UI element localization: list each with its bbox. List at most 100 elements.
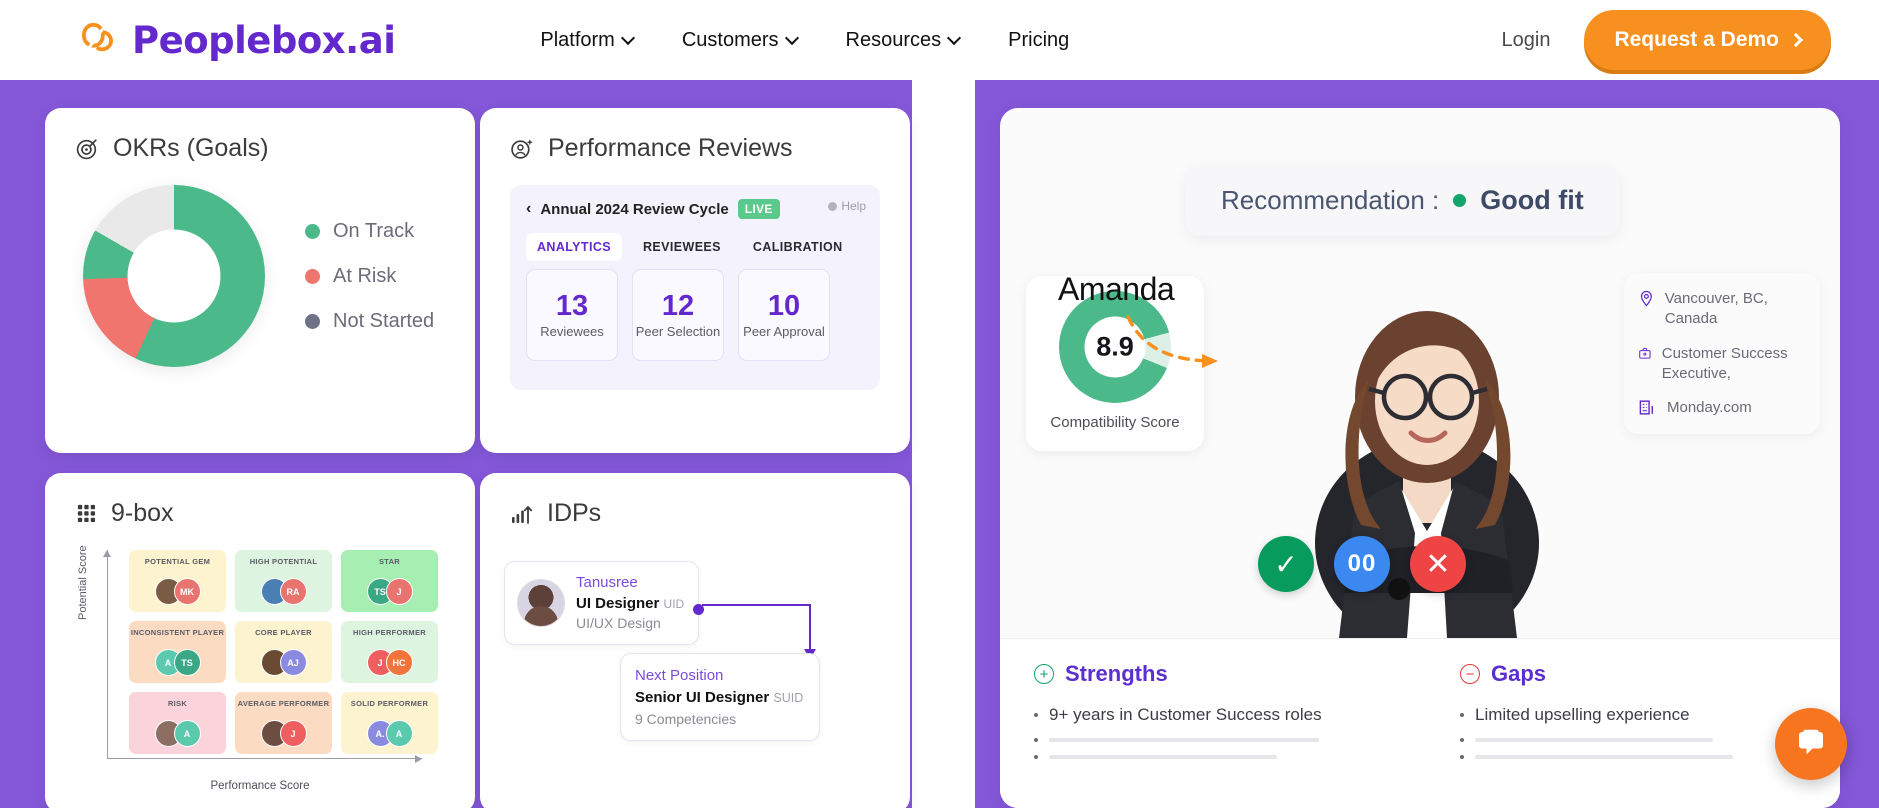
recommendation-banner: Recommendation : Good fit	[1185, 165, 1620, 236]
stat-peer-approval: 10 Peer Approval	[738, 269, 830, 361]
cell-avatars: J HC	[367, 649, 413, 676]
recommendation-value: Good fit	[1480, 185, 1583, 216]
stat-reviewees-label: Reviewees	[540, 325, 604, 340]
back-arrow-icon[interactable]: ‹	[526, 200, 531, 218]
gaps-title: Gaps	[1491, 661, 1546, 687]
chat-bubble-icon	[1793, 726, 1829, 762]
bullet-icon	[1034, 755, 1038, 759]
nav-item-pricing[interactable]: Pricing	[1008, 29, 1069, 52]
avatar: TS	[174, 649, 201, 676]
nav-item-customers[interactable]: Customers	[682, 29, 798, 52]
strength-item: 9+ years in Customer Success roles	[1034, 705, 1380, 725]
idp-employee-name: Tanusree	[576, 572, 684, 593]
login-link[interactable]: Login	[1502, 29, 1551, 52]
pause-candidate-button[interactable]: 00	[1334, 536, 1390, 592]
nine-box-cell-high-potential[interactable]: HIGH POTENTIAL RA	[235, 550, 332, 612]
target-icon	[75, 136, 100, 161]
nav-item-pricing-label: Pricing	[1008, 29, 1069, 52]
bullet-icon	[1034, 713, 1038, 717]
cell-label: STAR	[379, 557, 400, 566]
briefcase-icon	[1638, 344, 1652, 363]
idp-current-role-title: UI Designer	[576, 595, 659, 612]
tab-reviewees[interactable]: REVIEWEES	[632, 233, 732, 261]
request-demo-button[interactable]: Request a Demo	[1584, 10, 1831, 70]
building-icon	[1638, 398, 1657, 417]
cell-label: HIGH POTENTIAL	[250, 557, 318, 566]
nine-box-cell-average-performer[interactable]: AVERAGE PERFORMER J	[235, 692, 332, 754]
candidate-location: Vancouver, BC, Canada	[1665, 289, 1806, 330]
bullet-icon	[1034, 738, 1038, 742]
help-link[interactable]: Help	[828, 199, 866, 213]
reject-candidate-button[interactable]: ✕	[1410, 536, 1466, 592]
chat-widget-button[interactable]	[1775, 708, 1847, 780]
cell-label: HIGH PERFORMER	[353, 628, 426, 637]
bullet-icon	[1460, 755, 1464, 759]
gap-item	[1460, 738, 1806, 742]
cell-avatars: A. A	[367, 720, 413, 747]
tab-analytics[interactable]: ANALYTICS	[526, 233, 622, 261]
review-cycle-header: ‹ Annual 2024 Review Cycle LIVE	[526, 199, 864, 219]
okrs-donut-chart	[83, 185, 265, 367]
nine-box-header: 9-box	[75, 499, 445, 528]
nine-box-cell-potential-gem[interactable]: POTENTIAL GEM MK	[129, 550, 226, 612]
nav-item-resources-label: Resources	[846, 29, 942, 52]
legend-label-not-started: Not Started	[333, 310, 434, 333]
gap-text: Limited upselling experience	[1475, 705, 1690, 725]
strength-text: 9+ years in Customer Success roles	[1049, 705, 1322, 725]
employee-avatar-photo	[517, 579, 565, 627]
stat-reviewees-value: 13	[556, 290, 588, 323]
pointer-arrow-icon	[1122, 313, 1232, 373]
review-cycle-name: Annual 2024 Review Cycle	[540, 201, 728, 218]
nine-box-cell-inconsistent-player[interactable]: INCONSISTENT PLAYER A TS	[129, 621, 226, 683]
nav-item-resources[interactable]: Resources	[846, 29, 961, 52]
nine-box-cell-risk[interactable]: RISK A	[129, 692, 226, 754]
placeholder-bar	[1475, 755, 1733, 759]
live-status-badge: LIVE	[738, 199, 780, 219]
next-position-label: Next Position	[635, 665, 805, 687]
hero-stage: OKRs (Goals) On Track At Risk Not Star	[0, 80, 1879, 808]
okrs-title: OKRs (Goals)	[113, 134, 269, 163]
info-row-company: Monday.com	[1638, 398, 1806, 418]
chevron-right-icon	[1789, 33, 1803, 47]
strengths-title: Strengths	[1065, 661, 1168, 687]
candidate-info-card: Vancouver, BC, Canada Customer Success E…	[1624, 273, 1820, 434]
compatibility-score-label: Compatibility Score	[1050, 414, 1179, 431]
gap-item	[1460, 755, 1806, 759]
cell-label: POTENTIAL GEM	[145, 557, 210, 566]
performance-reviews-header: Performance Reviews	[510, 134, 880, 163]
idp-current-details: Tanusree UI Designer UID UI/UX Design	[576, 572, 684, 634]
cell-label: SOLID PERFORMER	[351, 699, 428, 708]
nav-item-platform[interactable]: Platform	[540, 29, 633, 52]
nine-box-x-axis	[107, 758, 422, 759]
stat-peer-selection-value: 12	[662, 290, 694, 323]
strengths-gaps-panel: + Strengths 9+ years in Customer Success…	[1000, 638, 1840, 808]
nine-box-cell-core-player[interactable]: CORE PLAYER AJ	[235, 621, 332, 683]
idp-current-role-code: UID	[664, 597, 685, 611]
idp-current-role: UI Designer UID	[576, 593, 684, 614]
stage-divider	[912, 80, 976, 808]
recommendation-label: Recommendation :	[1221, 185, 1439, 216]
approve-candidate-button[interactable]: ✓	[1258, 536, 1314, 592]
stat-peer-approval-value: 10	[768, 290, 800, 323]
stat-peer-selection: 12 Peer Selection	[632, 269, 724, 361]
nine-box-cell-high-performer[interactable]: HIGH PERFORMER J HC	[341, 621, 438, 683]
cell-label: INCONSISTENT PLAYER	[131, 628, 224, 637]
nine-box-y-axis	[107, 550, 108, 758]
request-demo-label: Request a Demo	[1614, 28, 1779, 52]
review-stat-boxes: 13 Reviewees 12 Peer Selection 10 Peer A…	[526, 269, 830, 361]
next-position-role-title: Senior UI Designer	[635, 689, 769, 706]
brand-logo[interactable]: Peoplebox.ai	[82, 19, 395, 62]
nine-box-cell-star[interactable]: STAR TS J	[341, 550, 438, 612]
nine-box-grid: POTENTIAL GEM MK HIGH POTENTIAL RA	[129, 550, 438, 754]
placeholder-bar	[1049, 755, 1277, 759]
gaps-column: − Gaps Limited upselling experience	[1460, 661, 1806, 786]
strengths-header: + Strengths	[1034, 661, 1380, 687]
idp-next-position-card[interactable]: Next Position Senior UI Designer SUID 9 …	[620, 653, 820, 741]
avatar: MK	[174, 578, 201, 605]
nav-actions: Login Request a Demo	[1502, 10, 1831, 70]
info-row-location: Vancouver, BC, Canada	[1638, 289, 1806, 330]
tab-calibration[interactable]: CALIBRATION	[742, 233, 854, 261]
idp-current-position-card[interactable]: Tanusree UI Designer UID UI/UX Design	[504, 561, 699, 645]
nine-box-cell-solid-performer[interactable]: SOLID PERFORMER A. A	[341, 692, 438, 754]
cell-avatars: A	[155, 720, 201, 747]
